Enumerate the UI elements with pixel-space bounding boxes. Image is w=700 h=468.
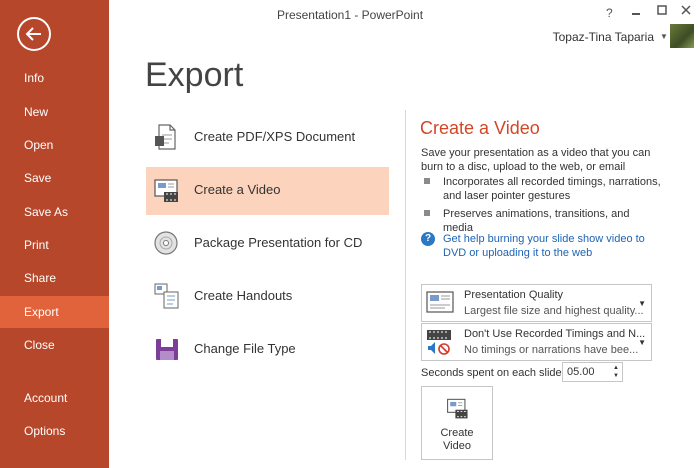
- bullet-text: Incorporates all recorded timings, narra…: [443, 176, 661, 202]
- feature-bullet: Incorporates all recorded timings, narra…: [421, 175, 661, 203]
- maximize-icon: [657, 5, 667, 15]
- sidebar-item-options[interactable]: Options: [0, 415, 109, 447]
- user-name[interactable]: Topaz-Tina Taparia: [553, 30, 654, 44]
- create-video-label-line1: Create: [440, 427, 474, 439]
- sidebar-item-new[interactable]: New: [0, 96, 109, 128]
- minimize-icon: [632, 13, 640, 15]
- detail-description: Save your presentation as a video that y…: [421, 147, 651, 173]
- minimize-button[interactable]: [631, 4, 641, 19]
- bullet-square-icon: [424, 178, 430, 184]
- pdf-document-icon: [155, 124, 176, 150]
- export-option-change-file-type[interactable]: Change File Type: [146, 326, 389, 374]
- spin-up-icon[interactable]: ▲: [613, 365, 619, 371]
- panel-divider: [405, 110, 406, 460]
- help-link-text[interactable]: Get help burning your slide show video t…: [443, 233, 645, 259]
- backstage-sidebar: Info New Open Save Save As Print Share E…: [0, 0, 109, 468]
- seconds-per-slide-input[interactable]: 05.00 ▲ ▼: [562, 362, 623, 382]
- sidebar-item-open[interactable]: Open: [0, 129, 109, 161]
- export-option-handouts[interactable]: Create Handouts: [146, 273, 389, 321]
- quality-dropdown[interactable]: Presentation Quality Largest file size a…: [421, 284, 652, 322]
- help-icon: ?: [421, 232, 435, 246]
- cd-icon: [154, 231, 178, 255]
- chevron-down-icon[interactable]: ▼: [638, 338, 646, 347]
- quality-description: Largest file size and highest quality...: [464, 305, 644, 317]
- export-option-label: Package Presentation for CD: [194, 235, 363, 250]
- handouts-icon: [154, 283, 179, 309]
- sidebar-item-close[interactable]: Close: [0, 329, 109, 361]
- page-title: Export: [145, 56, 244, 94]
- export-option-pdf[interactable]: Create PDF/XPS Document: [146, 114, 389, 162]
- quality-selected: Presentation Quality: [464, 289, 564, 301]
- export-option-label: Create PDF/XPS Document: [194, 129, 356, 144]
- help-button[interactable]: ?: [606, 6, 613, 20]
- avatar[interactable]: [670, 24, 694, 48]
- video-icon: [154, 179, 178, 202]
- back-button[interactable]: [17, 17, 51, 51]
- bullet-text: Preserves animations, transitions, and m…: [443, 208, 630, 234]
- seconds-value[interactable]: 05.00: [567, 366, 595, 378]
- window-title: Presentation1 - PowerPoint: [276, 8, 424, 22]
- close-window-button[interactable]: [681, 4, 691, 19]
- bullet-square-icon: [424, 210, 430, 216]
- sidebar-item-save[interactable]: Save: [0, 162, 109, 194]
- chevron-down-icon[interactable]: ▼: [638, 299, 646, 308]
- sidebar-item-print[interactable]: Print: [0, 229, 109, 261]
- sidebar-item-save-as[interactable]: Save As: [0, 196, 109, 228]
- sidebar-item-account[interactable]: Account: [0, 382, 109, 414]
- sidebar-item-share[interactable]: Share: [0, 262, 109, 294]
- seconds-label: Seconds spent on each slide:: [421, 367, 565, 379]
- sidebar-item-info[interactable]: Info: [0, 62, 109, 94]
- spin-down-icon[interactable]: ▼: [613, 373, 619, 379]
- video-icon: [447, 398, 468, 419]
- timings-description: No timings or narrations have bee...: [464, 344, 639, 356]
- create-video-label-line2: Video: [443, 440, 471, 452]
- close-icon: [681, 5, 691, 15]
- no-narration-icon: [427, 330, 451, 355]
- maximize-button[interactable]: [657, 4, 667, 19]
- create-video-label: Create Video: [422, 427, 492, 453]
- export-option-video[interactable]: Create a Video: [146, 167, 389, 215]
- feature-bullet: Preserves animations, transitions, and m…: [421, 207, 661, 235]
- sidebar-item-export[interactable]: Export: [0, 296, 109, 328]
- detail-title: Create a Video: [420, 118, 540, 138]
- file-type-icon: [156, 339, 178, 360]
- create-video-button[interactable]: Create Video: [421, 386, 493, 460]
- export-option-package-cd[interactable]: Package Presentation for CD: [146, 220, 389, 268]
- chevron-down-icon[interactable]: ▼: [660, 32, 668, 41]
- timings-selected: Don't Use Recorded Timings and N...: [464, 328, 646, 340]
- back-arrow-icon: [25, 27, 41, 41]
- export-option-label: Create Handouts: [194, 288, 293, 303]
- presentation-quality-icon: [426, 291, 454, 313]
- help-link[interactable]: ? Get help burning your slide show video…: [421, 232, 661, 260]
- export-option-label: Change File Type: [194, 341, 296, 356]
- timings-dropdown[interactable]: Don't Use Recorded Timings and N... No t…: [421, 323, 652, 361]
- export-option-label: Create a Video: [194, 182, 281, 197]
